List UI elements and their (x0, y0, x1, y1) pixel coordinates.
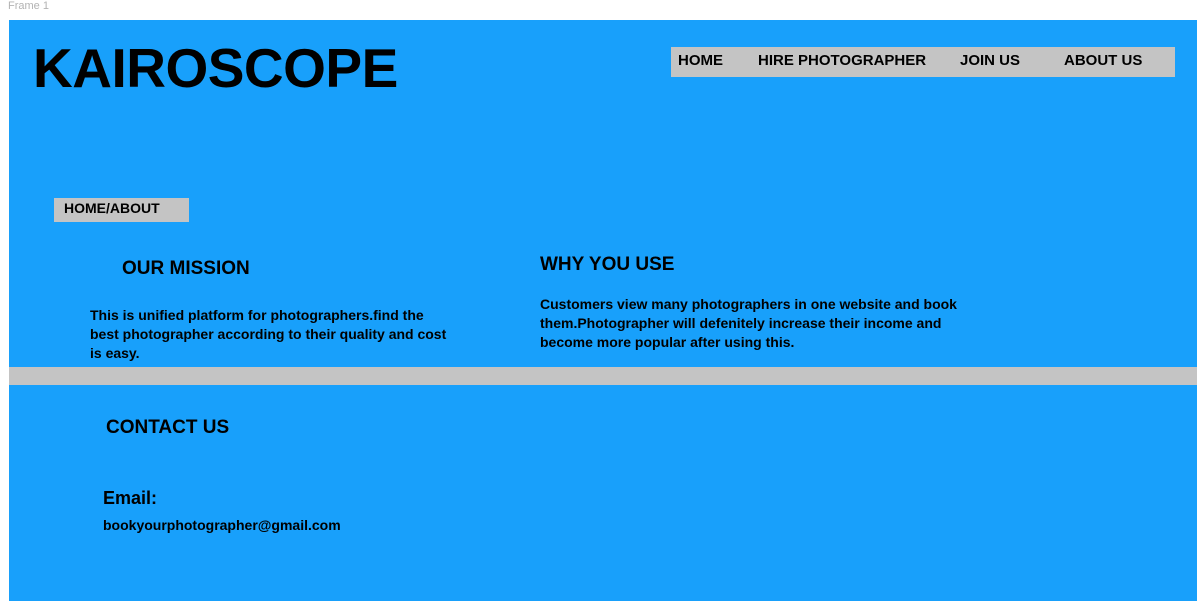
mission-text: This is unified platform for photographe… (90, 307, 447, 361)
email-link[interactable]: bookyourphotographer@gmail.com (103, 517, 341, 533)
main-nav: HOME HIRE PHOTOGRAPHER JOIN US ABOUT US (671, 47, 1175, 77)
nav-item-about-us[interactable]: ABOUT US (1064, 47, 1142, 74)
email-label: Email: (103, 488, 158, 508)
contact-heading: CONTACT US (106, 417, 230, 438)
nav-item-home[interactable]: HOME (678, 47, 723, 74)
site-logo[interactable]: KAIROSCOPE (33, 36, 398, 100)
breadcrumb[interactable]: HOME/ABOUT (54, 198, 189, 222)
why-text: Customers view many photographers in one… (540, 296, 957, 350)
why-heading: WHY YOU USE (540, 254, 675, 275)
mission-heading: OUR MISSION (122, 258, 250, 279)
frame-label: Frame 1 (8, 0, 49, 10)
page-frame: KAIROSCOPE HOME HIRE PHOTOGRAPHER JOIN U… (9, 20, 1197, 601)
nav-item-hire-photographer[interactable]: HIRE PHOTOGRAPHER (758, 47, 926, 74)
breadcrumb-label: HOME/ABOUT (64, 200, 160, 216)
section-divider (9, 367, 1197, 385)
nav-item-join-us[interactable]: JOIN US (960, 47, 1020, 74)
